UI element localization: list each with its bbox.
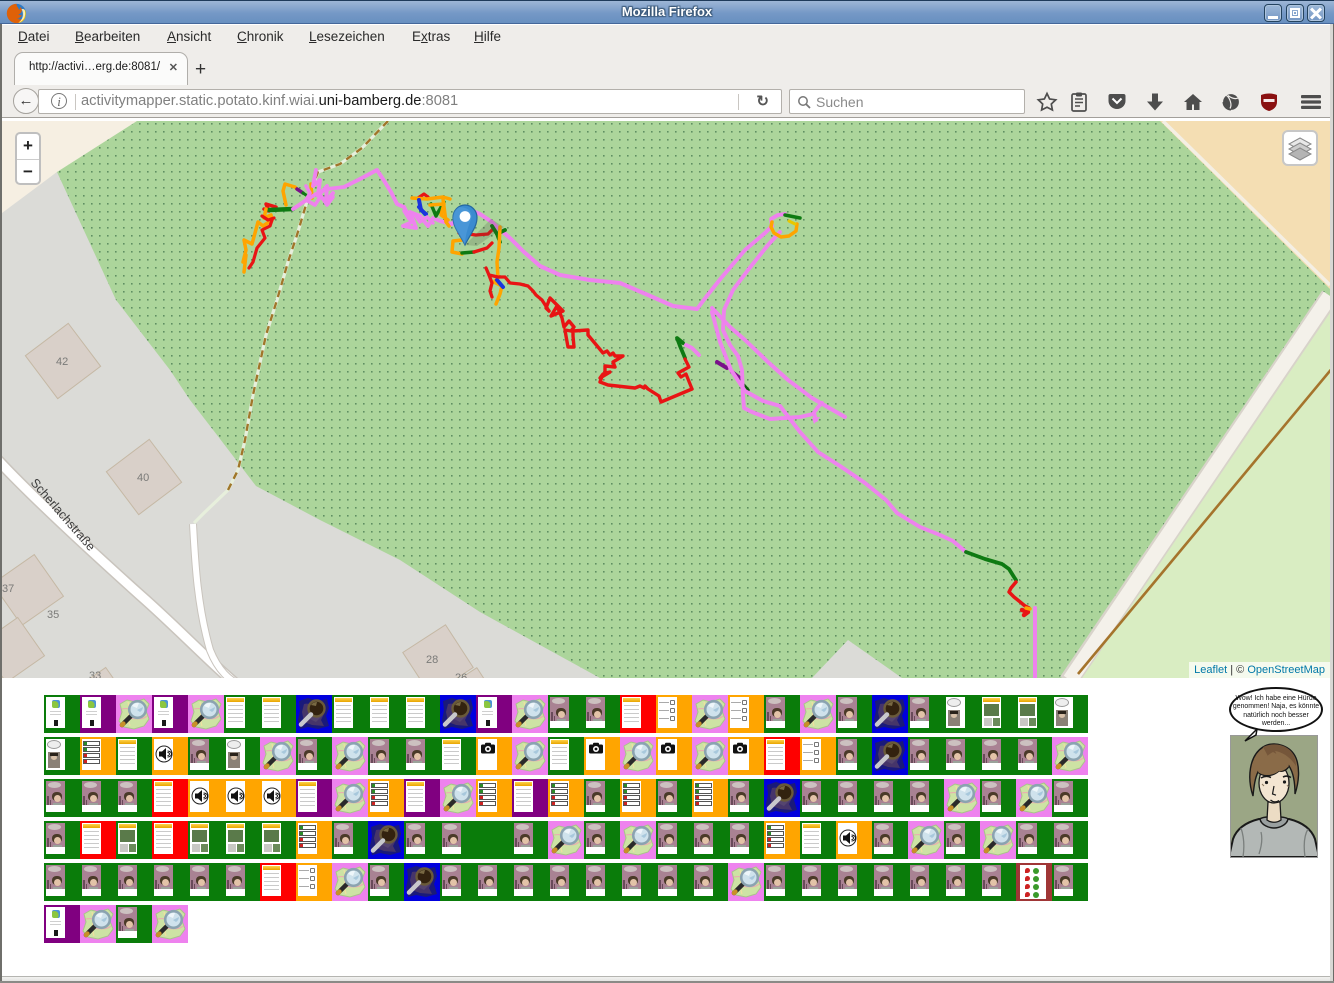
svg-text:33: 33: [89, 670, 101, 678]
svg-text:28: 28: [426, 654, 438, 666]
svg-text:35: 35: [47, 609, 59, 621]
svg-text:37: 37: [2, 583, 14, 595]
svg-text:42: 42: [56, 356, 68, 368]
svg-text:40: 40: [137, 472, 149, 484]
